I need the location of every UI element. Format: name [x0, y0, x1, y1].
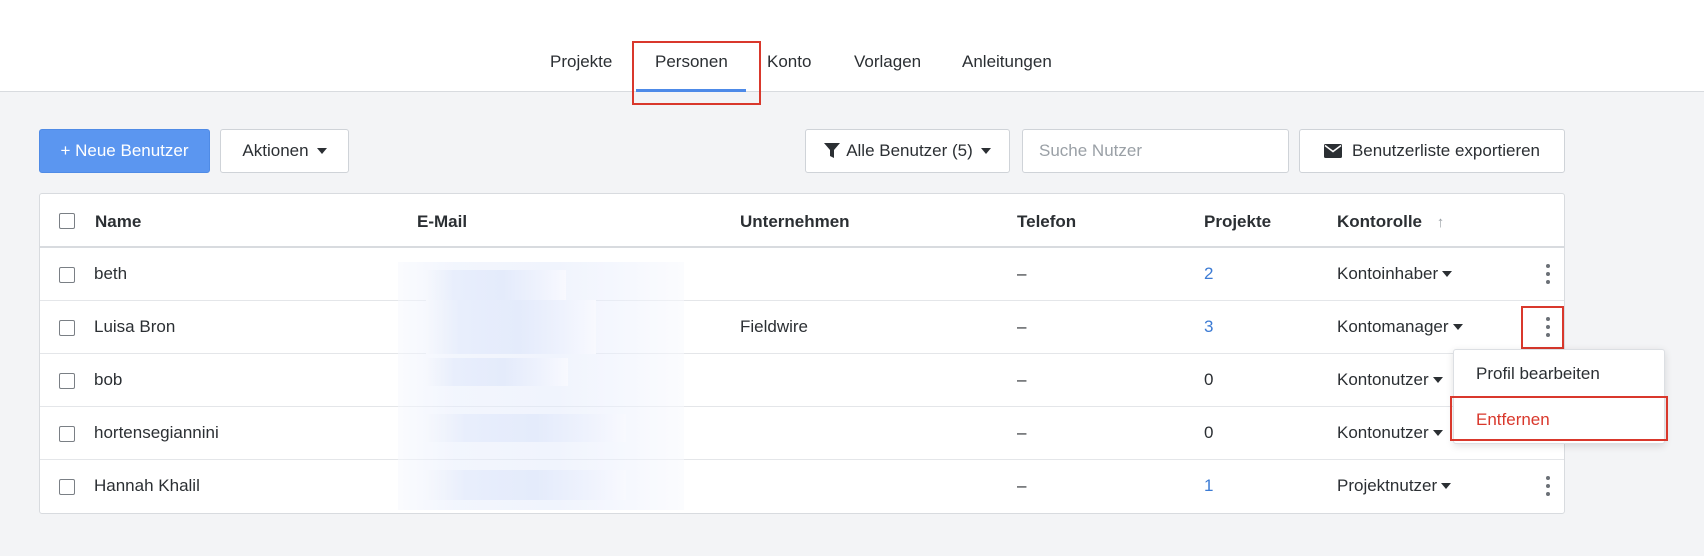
row-checkbox[interactable]	[59, 479, 75, 495]
caret-down-icon	[1441, 483, 1452, 489]
redacted-email	[426, 414, 626, 442]
user-name: bob	[94, 370, 123, 389]
user-projects-link[interactable]: 3	[1204, 317, 1213, 337]
user-phone: –	[1017, 370, 1027, 389]
caret-down-icon	[1442, 271, 1453, 277]
column-header-account-role[interactable]: Kontorolle ↑	[1337, 212, 1444, 232]
caret-down-icon	[1432, 377, 1443, 383]
table-header: Name E-Mail Unternehmen Telefon Projekte…	[40, 194, 1564, 248]
table-row[interactable]: Luisa Bron Fieldwire – 3 Kontomanager	[40, 301, 1564, 354]
user-name: beth	[94, 264, 128, 283]
redacted-email	[426, 300, 596, 354]
actions-dropdown[interactable]: Aktionen	[220, 129, 349, 173]
row-checkbox[interactable]	[59, 426, 75, 442]
user-phone: –	[1017, 264, 1027, 283]
new-user-button[interactable]: + Neue Benutzer	[39, 129, 210, 173]
column-header-name[interactable]: Name	[95, 212, 141, 232]
table-row[interactable]: Hannah Khalil – 1 Projektnutzer	[40, 460, 1564, 513]
account-role-label: Projektnutzer	[1337, 476, 1438, 495]
envelope-icon	[1323, 144, 1342, 158]
menu-item-remove[interactable]: Entfernen	[1476, 410, 1550, 430]
account-role-dropdown[interactable]: Kontoinhaber	[1337, 264, 1453, 284]
user-projects-link[interactable]: 2	[1204, 264, 1213, 284]
tab-projekte[interactable]: Projekte	[550, 52, 612, 72]
sort-arrow-up-icon: ↑	[1436, 214, 1445, 231]
account-role-dropdown[interactable]: Kontonutzer	[1337, 423, 1443, 443]
new-user-label: + Neue Benutzer	[60, 141, 189, 160]
column-header-projects[interactable]: Projekte	[1204, 212, 1271, 232]
row-checkbox[interactable]	[59, 320, 75, 336]
redacted-email	[426, 470, 626, 500]
tab-vorlagen[interactable]: Vorlagen	[854, 52, 921, 72]
user-projects-link[interactable]: 1	[1204, 476, 1213, 496]
caret-down-icon	[1432, 430, 1443, 436]
caret-down-icon	[980, 148, 991, 154]
user-name: Hannah Khalil	[94, 476, 200, 495]
account-role-label: Kontonutzer	[1337, 370, 1429, 389]
column-header-phone[interactable]: Telefon	[1017, 212, 1076, 232]
export-label: Benutzerliste exportieren	[1351, 141, 1541, 160]
actions-label: Aktionen	[242, 141, 309, 160]
account-role-dropdown[interactable]: Projektnutzer	[1337, 476, 1452, 496]
account-role-label: Kontoinhaber	[1337, 264, 1439, 283]
user-company: Fieldwire	[740, 317, 809, 336]
table-row[interactable]: bob – 0 Kontonutzer	[40, 354, 1564, 407]
table-row[interactable]: beth – 2 Kontoinhaber	[40, 248, 1564, 301]
column-header-email[interactable]: E-Mail	[417, 212, 467, 232]
caret-down-icon	[1452, 324, 1463, 330]
row-checkbox[interactable]	[59, 373, 75, 389]
user-projects-count: 0	[1204, 370, 1214, 389]
export-user-list-button[interactable]: Benutzerliste exportieren	[1299, 129, 1565, 173]
column-header-account-role-label: Kontorolle	[1337, 212, 1422, 231]
search-input[interactable]	[1022, 129, 1289, 173]
user-name: Luisa Bron	[94, 317, 176, 336]
user-phone: –	[1017, 423, 1027, 442]
filter-label: Alle Benutzer (5)	[846, 141, 973, 160]
active-tab-indicator	[636, 89, 746, 92]
table-row[interactable]: hortensegiannini – 0 Kontonutzer	[40, 407, 1564, 460]
user-name: hortensegiannini	[94, 423, 219, 442]
user-projects-count: 0	[1204, 423, 1214, 442]
more-vertical-icon[interactable]	[1545, 317, 1551, 337]
more-vertical-icon[interactable]	[1545, 476, 1551, 496]
tab-konto[interactable]: Konto	[767, 52, 811, 72]
user-phone: –	[1017, 476, 1027, 495]
top-nav: Projekte Personen Konto Vorlagen Anleitu…	[0, 0, 1704, 92]
row-checkbox[interactable]	[59, 267, 75, 283]
user-phone: –	[1017, 317, 1027, 336]
account-role-dropdown[interactable]: Kontomanager	[1337, 317, 1463, 337]
caret-down-icon	[316, 148, 327, 154]
filter-dropdown[interactable]: Alle Benutzer (5)	[805, 129, 1010, 173]
tab-personen[interactable]: Personen	[655, 52, 728, 72]
filter-icon	[824, 143, 841, 158]
redacted-email	[426, 358, 568, 386]
select-all-checkbox[interactable]	[59, 213, 75, 229]
account-role-label: Kontomanager	[1337, 317, 1449, 336]
column-header-company[interactable]: Unternehmen	[740, 212, 850, 232]
account-role-label: Kontonutzer	[1337, 423, 1429, 442]
menu-item-edit-profile[interactable]: Profil bearbeiten	[1476, 364, 1600, 384]
users-table: Name E-Mail Unternehmen Telefon Projekte…	[39, 193, 1565, 514]
more-vertical-icon[interactable]	[1545, 264, 1551, 284]
redacted-email	[426, 270, 566, 300]
tab-anleitungen[interactable]: Anleitungen	[962, 52, 1052, 72]
row-context-menu: Profil bearbeiten Entfernen	[1453, 349, 1665, 444]
account-role-dropdown[interactable]: Kontonutzer	[1337, 370, 1443, 390]
